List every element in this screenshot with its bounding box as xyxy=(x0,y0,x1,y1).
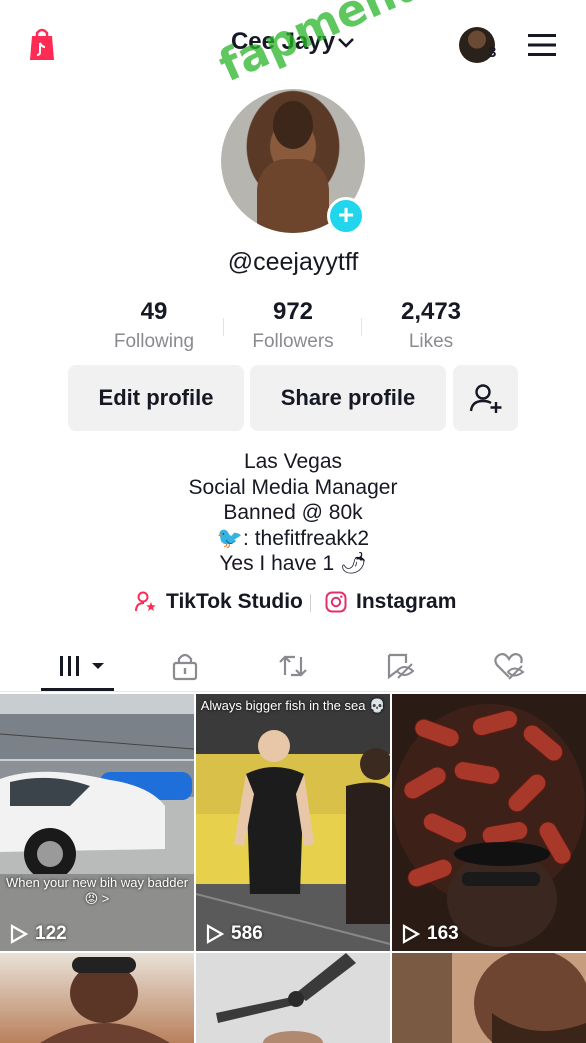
chevron-down-icon xyxy=(338,37,354,48)
tab-private[interactable] xyxy=(155,646,215,686)
tab-favorites-hidden[interactable] xyxy=(370,646,430,686)
bio-line-bird: 🐦: thefitfreakk2 xyxy=(0,526,586,552)
chili-pepper-icon: 🌶 xyxy=(340,552,367,575)
following-label: Following xyxy=(113,331,195,352)
link-divider xyxy=(310,594,311,612)
bio-line: Yes I have 1 xyxy=(219,552,335,575)
thumbnail-image xyxy=(0,714,194,951)
add-friends-button[interactable] xyxy=(453,365,518,431)
grid-icon xyxy=(60,656,104,676)
likes-label: Likes xyxy=(408,331,454,352)
bio-line: Social Media Manager xyxy=(188,475,398,499)
play-icon xyxy=(402,924,420,944)
stat-following[interactable]: 49 Following xyxy=(84,298,224,353)
bio-line: Banned @ 80k xyxy=(223,501,363,524)
video-thumbnail[interactable] xyxy=(392,953,586,1043)
edit-profile-label: Edit profile xyxy=(98,385,214,410)
tiktok-studio-link[interactable]: TikTok Studio xyxy=(135,590,303,614)
likes-count: 2,473 xyxy=(400,298,462,325)
video-thumbnail[interactable] xyxy=(0,953,194,1043)
menu-icon[interactable] xyxy=(528,34,556,56)
view-count: 586 xyxy=(206,923,263,945)
video-thumbnail[interactable] xyxy=(196,953,390,1043)
video-thumbnail[interactable]: 163 xyxy=(392,694,586,951)
username: @ceejayytff xyxy=(227,248,359,276)
repost-icon xyxy=(279,655,307,677)
play-icon xyxy=(206,924,224,944)
account-name: Cee Jayy xyxy=(230,28,336,55)
view-count-value: 163 xyxy=(427,923,459,944)
stat-followers[interactable]: 972 Followers xyxy=(223,298,363,353)
add-friend-icon xyxy=(469,384,501,413)
friends-count-badge: 3 xyxy=(488,44,497,61)
thumbnail-image xyxy=(393,704,585,947)
followers-count: 972 xyxy=(272,298,314,325)
stat-likes[interactable]: 2,473 Likes xyxy=(361,298,501,353)
active-tab-indicator xyxy=(41,688,114,691)
tab-liked-hidden[interactable] xyxy=(479,646,539,686)
video-grid: When your new bih way badder 😡 > 122 Alw… xyxy=(0,694,586,1043)
hidden-bookmark-icon xyxy=(387,653,415,680)
video-caption: Always bigger fish in the sea 💀 xyxy=(200,698,386,713)
share-profile-button[interactable]: Share profile xyxy=(250,365,446,431)
edit-profile-button[interactable]: Edit profile xyxy=(68,365,244,431)
thumbnail-image xyxy=(196,694,390,951)
bio-line: Las Vegas xyxy=(243,450,343,473)
followers-label: Followers xyxy=(252,331,334,352)
video-thumbnail[interactable]: When your new bih way badder 😡 > 122 xyxy=(0,694,194,951)
thumbnail-image xyxy=(216,953,356,1043)
bio-line-pepper: Yes I have 1 🌶 xyxy=(0,551,586,577)
studio-person-star-icon xyxy=(135,591,156,612)
top-bar: Cee Jayy 3 xyxy=(0,0,586,90)
profile-links: TikTok Studio Instagram xyxy=(0,588,586,618)
tab-reposts[interactable] xyxy=(263,646,323,686)
stats-row: 49 Following 972 Followers 2,473 Likes xyxy=(0,298,586,358)
account-switcher[interactable]: Cee Jayy xyxy=(0,28,586,56)
instagram-link[interactable]: Instagram xyxy=(325,590,456,614)
video-caption: When your new bih way badder 😡 > xyxy=(5,875,189,906)
hidden-heart-icon xyxy=(494,653,525,680)
tiktok-studio-label: TikTok Studio xyxy=(166,590,303,613)
following-count: 49 xyxy=(140,298,168,325)
view-count: 163 xyxy=(402,923,459,945)
thumbnail-image xyxy=(40,957,170,1043)
play-icon xyxy=(10,924,28,944)
tab-videos[interactable] xyxy=(50,646,110,686)
video-thumbnail[interactable]: Always bigger fish in the sea 💀 586 xyxy=(196,694,390,951)
share-profile-label: Share profile xyxy=(280,385,416,410)
view-count-value: 586 xyxy=(231,923,263,944)
lock-icon xyxy=(172,653,198,681)
bio-line: : thefitfreakk2 xyxy=(243,526,370,550)
view-count-value: 122 xyxy=(35,923,67,944)
add-story-button[interactable]: + xyxy=(327,197,365,235)
thumbnail-image xyxy=(392,953,586,1043)
instagram-label: Instagram xyxy=(356,590,457,613)
bird-icon: 🐦 xyxy=(216,526,244,550)
content-tabs xyxy=(0,640,586,692)
view-count: 122 xyxy=(10,923,67,945)
bio: Las Vegas Social Media Manager Banned @ … xyxy=(0,449,586,577)
instagram-icon xyxy=(325,591,347,613)
